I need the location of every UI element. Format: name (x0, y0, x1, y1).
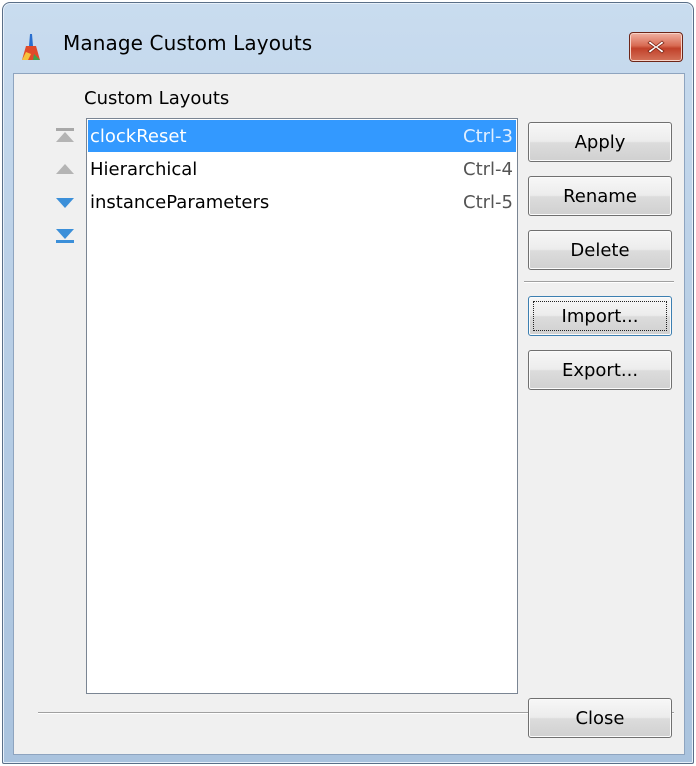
import-button[interactable]: Import... (528, 296, 672, 336)
move-to-bottom-button[interactable] (52, 223, 78, 249)
export-button[interactable]: Export... (528, 350, 672, 390)
layout-name: clockReset (90, 125, 187, 147)
apply-button[interactable]: Apply (528, 122, 672, 162)
move-to-top-icon (56, 128, 74, 142)
move-up-button[interactable] (52, 157, 78, 183)
layout-shortcut: Ctrl-4 (463, 158, 513, 180)
move-down-icon (56, 198, 74, 208)
move-to-bottom-icon (56, 229, 74, 243)
app-icon (16, 32, 46, 62)
move-to-top-button[interactable] (52, 123, 78, 149)
close-window-button[interactable] (629, 32, 683, 62)
list-item[interactable]: Hierarchical Ctrl-4 (88, 153, 516, 185)
layout-name: Hierarchical (90, 158, 198, 180)
dialog-body: Custom Layouts clockReset Ctrl-3 Hierarc… (13, 73, 685, 755)
custom-layouts-label: Custom Layouts (84, 88, 230, 109)
rename-button[interactable]: Rename (528, 176, 672, 216)
manage-custom-layouts-dialog: Manage Custom Layouts Custom Layouts clo… (2, 2, 694, 764)
close-button[interactable]: Close (528, 698, 672, 738)
layout-shortcut: Ctrl-5 (463, 191, 513, 213)
list-item[interactable]: instanceParameters Ctrl-5 (88, 186, 516, 218)
custom-layouts-list[interactable]: clockReset Ctrl-3 Hierarchical Ctrl-4 in… (86, 118, 518, 694)
layout-shortcut: Ctrl-3 (463, 125, 513, 147)
close-icon (647, 40, 665, 54)
list-item[interactable]: clockReset Ctrl-3 (88, 120, 516, 152)
layout-name: instanceParameters (90, 191, 270, 213)
move-up-icon (56, 164, 74, 174)
move-down-button[interactable] (52, 191, 78, 217)
delete-button[interactable]: Delete (528, 230, 672, 270)
window-title: Manage Custom Layouts (63, 31, 313, 55)
button-separator (524, 281, 674, 283)
